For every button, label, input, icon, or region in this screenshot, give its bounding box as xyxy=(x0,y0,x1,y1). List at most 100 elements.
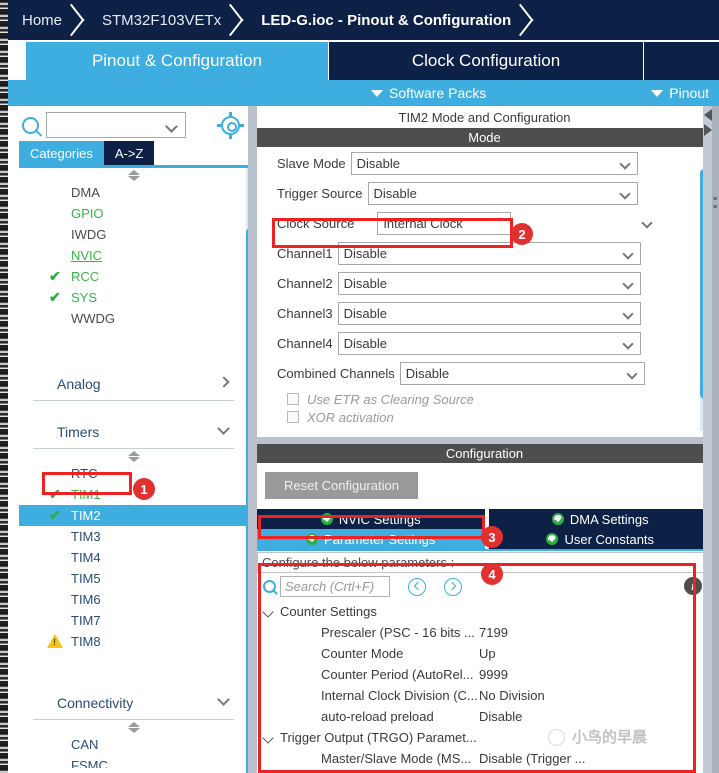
panel-title-label: TIM2 Mode and Configuration xyxy=(398,109,571,125)
breadcrumb-item-project[interactable]: LED-G.ioc - Pinout & Configuration xyxy=(247,0,511,40)
panel-splitter[interactable] xyxy=(248,106,257,773)
param-group-counter-settings[interactable]: Counter Settings xyxy=(257,601,712,622)
configuration-tab-underline xyxy=(257,549,712,551)
sidebar-item-fsmc[interactable]: FSMC xyxy=(19,755,248,768)
tab-parameter-settings[interactable]: Parameter Settings xyxy=(257,529,485,549)
search-next-button[interactable] xyxy=(444,577,462,596)
warning-icon xyxy=(47,634,63,648)
chevron-down-icon xyxy=(618,187,631,200)
combined-channels-combo[interactable]: Disable xyxy=(399,361,645,385)
checkbox-icon[interactable] xyxy=(287,411,299,423)
annotation-marker-4-label: 4 xyxy=(488,566,496,582)
sidebar-item-tim8[interactable]: TIM8 xyxy=(19,631,248,652)
gear-icon[interactable] xyxy=(217,112,244,139)
chevron-down-icon xyxy=(621,247,634,260)
sidebar-item-gpio-label: GPIO xyxy=(71,206,104,221)
sidebar-item-tim7[interactable]: TIM7 xyxy=(19,610,248,631)
parameter-tree[interactable]: Counter Settings Prescaler (PSC - 16 bit… xyxy=(257,600,712,773)
sidebar-item-tim5[interactable]: TIM5 xyxy=(19,568,248,589)
param-row-counter-mode[interactable]: Counter Mode Up xyxy=(257,643,712,664)
timers-scroll-indicator[interactable] xyxy=(19,449,248,463)
breadcrumb-separator-icon xyxy=(62,0,88,40)
clock-source-value-box[interactable]: Internal Clock xyxy=(377,211,512,235)
search-previous-button[interactable] xyxy=(408,577,426,596)
sidebar-item-wwdg[interactable]: WWDG xyxy=(19,308,248,329)
sidebar-item-iwdg[interactable]: IWDG xyxy=(19,224,248,245)
xor-activation-row[interactable]: XOR activation xyxy=(257,411,712,423)
list-scroll-up-indicator[interactable] xyxy=(19,168,248,182)
reset-configuration-label: Reset Configuration xyxy=(284,478,399,493)
sidebar-item-tim2[interactable]: ✔ TIM2 xyxy=(19,505,248,526)
channel4-combo[interactable]: Disable xyxy=(337,331,641,355)
tab-clock-configuration[interactable]: Clock Configuration xyxy=(328,42,643,80)
channel2-value: Disable xyxy=(343,275,388,291)
breadcrumb-item-mcu[interactable]: STM32F103VETx xyxy=(88,0,221,40)
breadcrumb-item-home[interactable]: Home xyxy=(8,0,62,40)
sidebar-item-nvic[interactable]: NVIC xyxy=(19,245,248,266)
sidebar-group-connectivity[interactable]: Connectivity xyxy=(33,686,234,720)
sidebar-group-timers[interactable]: Timers xyxy=(33,415,234,449)
pinout-menu[interactable]: Pinout xyxy=(651,85,709,101)
annotation-marker-1-label: 1 xyxy=(140,481,148,497)
collapse-left-icon[interactable] xyxy=(704,109,712,121)
sidebar-item-dma[interactable]: DMA xyxy=(19,182,248,203)
connectivity-scroll-indicator[interactable] xyxy=(19,720,248,734)
sidebar-item-gpio[interactable]: GPIO xyxy=(19,203,248,224)
checkbox-icon[interactable] xyxy=(287,393,299,405)
mode-config-splitter[interactable] xyxy=(257,437,712,444)
sidebar-item-sys[interactable]: ✔ SYS xyxy=(19,287,248,308)
sidebar-item-tim4-label: TIM4 xyxy=(71,550,101,565)
channel1-combo[interactable]: Disable xyxy=(337,241,641,265)
annotation-marker-2-label: 2 xyxy=(518,226,526,242)
channel2-combo[interactable]: Disable xyxy=(337,271,641,295)
sidebar-item-tim6[interactable]: TIM6 xyxy=(19,589,248,610)
tab-nvic-settings[interactable]: NVIC Settings xyxy=(257,509,485,529)
reset-configuration-button[interactable]: Reset Configuration xyxy=(265,472,418,499)
sidebar-item-rcc[interactable]: ✔ RCC xyxy=(19,266,248,287)
watermark-text: 小鸟的早晨 xyxy=(572,728,648,746)
configuration-section-header-label: Configuration xyxy=(445,446,524,461)
param-row-master-slave-mode[interactable]: Master/Slave Mode (MS... Disable (Trigge… xyxy=(257,748,712,769)
param-row-prescaler-name: Prescaler (PSC - 16 bits ... xyxy=(321,625,475,640)
breadcrumb-home-label: Home xyxy=(22,11,63,29)
collapse-right-icon[interactable] xyxy=(704,124,712,136)
param-row-prescaler[interactable]: Prescaler (PSC - 16 bits ... 7199 xyxy=(257,622,712,643)
param-row-internal-clock-division[interactable]: Internal Clock Division (C... No Divisio… xyxy=(257,685,712,706)
sidebar-item-tim3[interactable]: TIM3 xyxy=(19,526,248,547)
param-row-counter-period[interactable]: Counter Period (AutoRel... 9999 xyxy=(257,664,712,685)
peripheral-search-row xyxy=(16,110,248,140)
slave-mode-value: Disable xyxy=(356,155,401,171)
slave-mode-combo[interactable]: Disable xyxy=(350,151,638,175)
channel4-label: Channel4 xyxy=(277,335,333,351)
sidebar-item-rcc-label: RCC xyxy=(71,269,100,284)
tab-user-constants[interactable]: User Constants xyxy=(484,529,712,549)
use-etr-clearing-source-row[interactable]: Use ETR as Clearing Source xyxy=(257,387,712,411)
trigger-source-combo[interactable]: Disable xyxy=(367,181,638,205)
clock-source-combo[interactable]: Internal Clock xyxy=(359,211,660,235)
breadcrumb-separator-icon xyxy=(511,0,537,40)
annotation-marker-3-label: 3 xyxy=(488,529,496,545)
sidebar-group-timers-label: Timers xyxy=(57,423,100,440)
peripheral-search-input[interactable] xyxy=(46,112,186,138)
sidebar-group-analog-label: Analog xyxy=(57,375,101,392)
sidebar-group-analog[interactable]: Analog xyxy=(33,367,234,401)
tab-a-to-z[interactable]: A->Z xyxy=(103,141,155,165)
trigger-source-row: Trigger Source Disable xyxy=(257,179,712,207)
param-row-auto-reload-preload[interactable]: auto-reload preload Disable xyxy=(257,706,712,727)
tab-overflow-area[interactable] xyxy=(643,42,719,80)
tab-categories[interactable]: Categories xyxy=(19,141,104,165)
software-packs-menu[interactable]: Software Packs xyxy=(371,85,486,101)
sidebar-item-tim4[interactable]: TIM4 xyxy=(19,547,248,568)
parameter-search-input[interactable]: Search (Crtl+F) xyxy=(280,576,390,597)
info-icon[interactable]: i xyxy=(684,577,702,595)
tab-pinout-configuration[interactable]: Pinout & Configuration xyxy=(26,42,328,80)
sidebar-item-rtc[interactable]: RTC xyxy=(19,463,248,484)
tab-dma-settings[interactable]: DMA Settings xyxy=(484,509,712,529)
param-group-counter-settings-label: Counter Settings xyxy=(280,604,377,619)
sidebar-item-can[interactable]: CAN xyxy=(19,734,248,755)
param-row-trigger-event-selection[interactable]: Trigger Event Selection Reset (UG bit fr… xyxy=(257,769,712,773)
peripheral-list[interactable]: DMA GPIO IWDG NVIC ✔ RCC ✔ SYS WWDG Anal… xyxy=(19,168,248,768)
param-row-auto-reload-preload-name: auto-reload preload xyxy=(321,709,434,724)
tab-user-constants-label: User Constants xyxy=(564,531,655,547)
channel3-combo[interactable]: Disable xyxy=(337,301,641,325)
